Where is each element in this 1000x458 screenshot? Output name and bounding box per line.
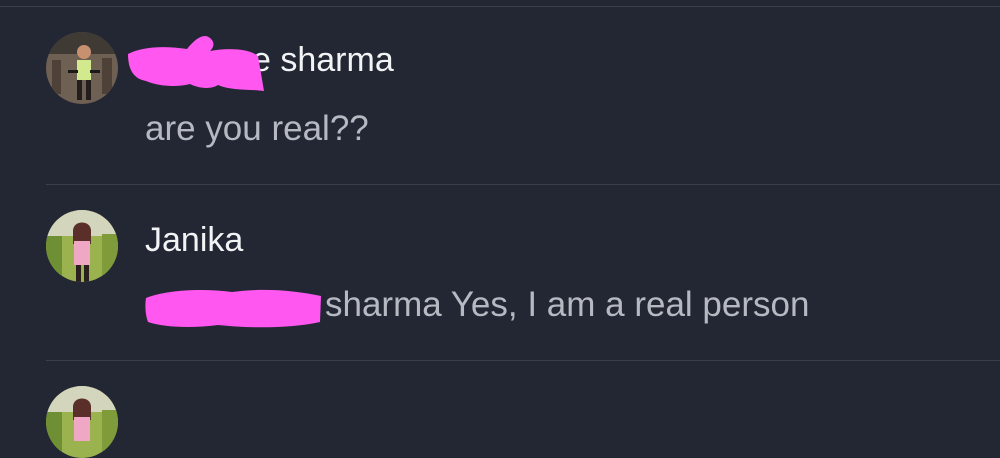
comment-item-2[interactable]: Janika sharma Yes, I am a real person	[0, 185, 1000, 360]
avatar[interactable]	[46, 32, 118, 104]
comment-text: are you real??	[145, 109, 369, 148]
comment-item-1[interactable]: e sharma are you real??	[0, 0, 1000, 184]
comment-item-3[interactable]	[0, 361, 1000, 458]
redaction-mark	[145, 289, 321, 328]
avatar[interactable]	[46, 210, 118, 282]
redaction-mark	[128, 36, 264, 91]
avatar[interactable]	[46, 386, 118, 458]
comment-author[interactable]: Janika	[145, 220, 243, 260]
comment-text: sharma Yes, I am a real person	[325, 285, 810, 324]
